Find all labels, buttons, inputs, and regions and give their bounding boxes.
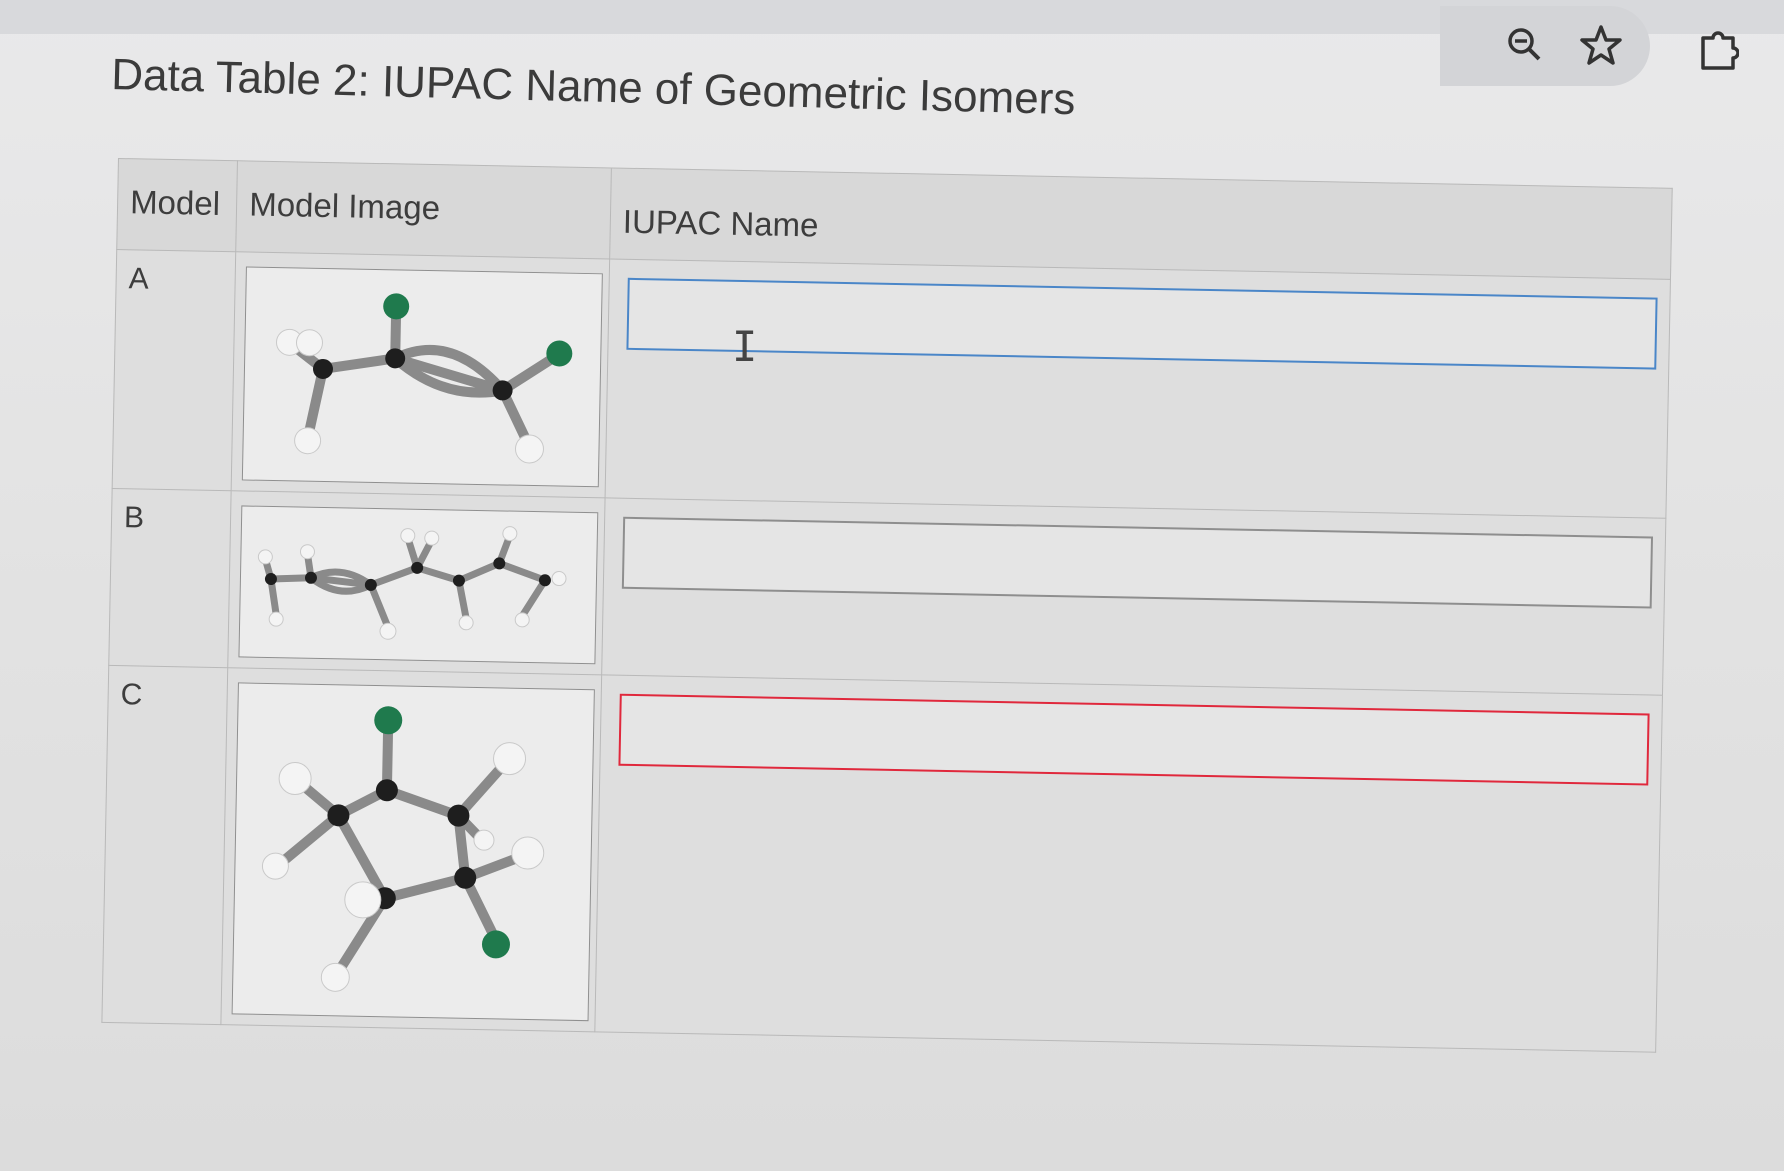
iupac-name-input-c[interactable] (618, 693, 1650, 786)
model-image-cell (221, 667, 602, 1032)
data-table: Model Model Image IUPAC Name A B C (101, 158, 1673, 1053)
molecule-image-a (242, 266, 603, 488)
text-cursor-icon: I (732, 322, 758, 371)
zoom-out-icon[interactable] (1505, 25, 1545, 70)
page-title: Data Table 2: IUPAC Name of Geometric Is… (110, 50, 1076, 125)
iupac-name-cell (594, 674, 1663, 1053)
table-row: B (108, 488, 1666, 696)
model-label: C (101, 665, 228, 1025)
table-row: C (101, 665, 1663, 1053)
header-model-image: Model Image (235, 160, 612, 259)
iupac-name-input-a[interactable] (626, 277, 1658, 370)
molecule-image-b (238, 505, 599, 665)
iupac-name-cell (605, 258, 1671, 519)
extensions-icon[interactable] (1697, 28, 1740, 75)
iupac-name-cell (601, 497, 1666, 696)
header-model: Model (116, 158, 238, 252)
bookmark-star-icon[interactable] (1580, 24, 1622, 71)
iupac-name-input-b[interactable] (621, 516, 1654, 609)
model-image-cell (231, 251, 610, 498)
model-label: B (108, 488, 232, 668)
data-table-container: Model Model Image IUPAC Name A B C (101, 158, 1673, 1053)
model-image-cell (227, 490, 606, 675)
molecule-image-c (231, 682, 595, 1022)
table-row: A (112, 249, 1671, 519)
model-label: A (112, 249, 236, 491)
